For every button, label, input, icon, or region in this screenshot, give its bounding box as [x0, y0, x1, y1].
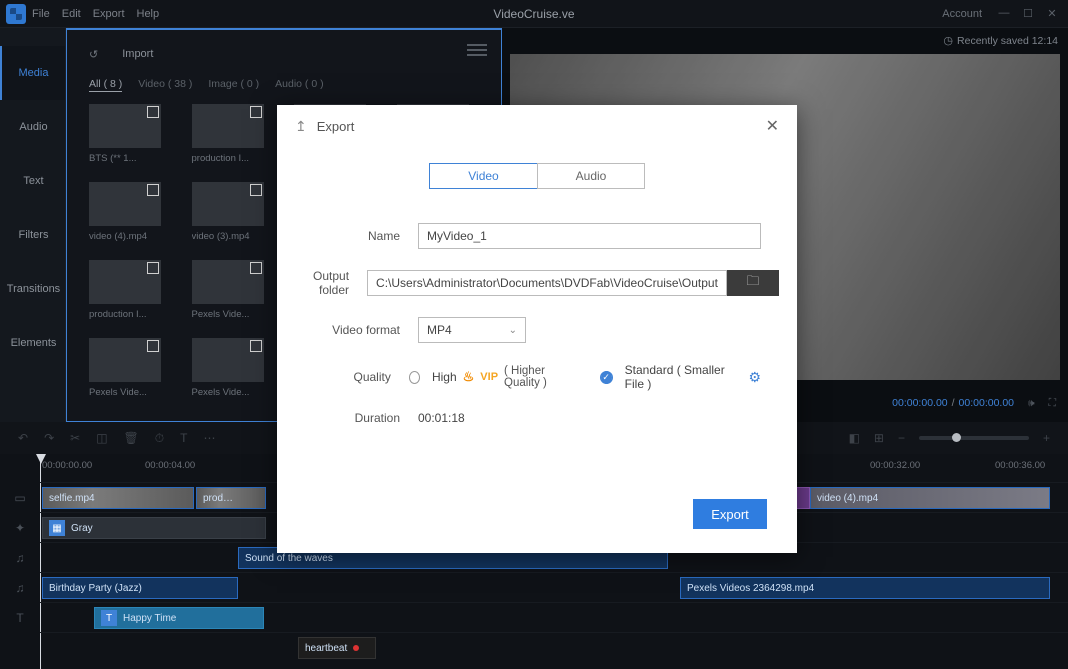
label-quality: Quality — [313, 370, 409, 384]
quality-high-label: High — [432, 370, 457, 384]
quality-high-note: ( Higher Quality ) — [504, 365, 576, 389]
modal-overlay: ↥ Export ✕ Video Audio Name Output folde… — [0, 0, 1068, 669]
quality-standard-label: Standard ( Smaller File ) — [625, 363, 733, 391]
chevron-down-icon: ⌄ — [509, 325, 517, 336]
duration-value: 00:01:18 — [418, 411, 465, 425]
output-folder-field[interactable]: C:\Users\Administrator\Documents\DVDFab\… — [367, 270, 727, 296]
export-icon: ↥ — [295, 118, 307, 135]
quality-standard-radio[interactable] — [600, 371, 613, 384]
vip-badge: VIP — [480, 371, 498, 383]
browse-folder-button[interactable]: 🗀 — [727, 270, 779, 296]
export-title: Export — [317, 119, 355, 134]
quality-high-radio[interactable] — [409, 371, 420, 384]
name-input[interactable] — [418, 223, 761, 249]
fire-icon: ♨ — [463, 369, 475, 385]
label-output: Output folder — [313, 269, 367, 297]
label-duration: Duration — [313, 411, 418, 425]
label-format: Video format — [313, 323, 418, 337]
settings-gear-icon[interactable]: ⚙ — [748, 369, 761, 386]
format-value: MP4 — [427, 323, 452, 337]
export-dialog: ↥ Export ✕ Video Audio Name Output folde… — [277, 105, 797, 553]
format-select[interactable]: MP4 ⌄ — [418, 317, 526, 343]
close-icon[interactable]: ✕ — [766, 116, 779, 136]
label-name: Name — [313, 229, 418, 243]
export-tab-video[interactable]: Video — [429, 163, 537, 189]
export-tab-audio[interactable]: Audio — [537, 163, 645, 189]
export-button[interactable]: Export — [693, 499, 767, 529]
